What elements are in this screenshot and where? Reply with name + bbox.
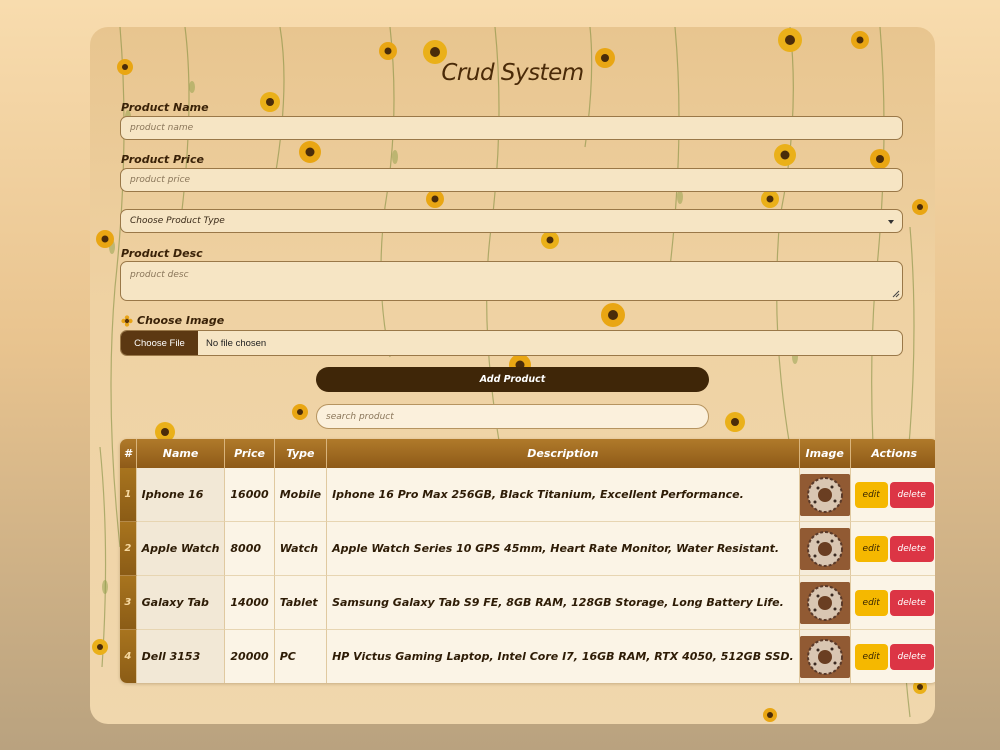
choose-file-button[interactable]: Choose File bbox=[121, 331, 198, 355]
product-name-label: Product Name bbox=[121, 101, 209, 114]
row-image-cell bbox=[799, 576, 851, 630]
row-type: Tablet bbox=[274, 576, 328, 630]
flower-icon bbox=[121, 314, 133, 327]
row-name: Apple Watch bbox=[136, 522, 226, 576]
delete-button[interactable]: delete bbox=[889, 535, 934, 562]
product-thumbnail bbox=[799, 635, 850, 678]
product-type-select[interactable]: Choose Product Type bbox=[120, 209, 903, 233]
header-price: Price bbox=[225, 439, 275, 468]
row-description: Apple Watch Series 10 GPS 45mm, Heart Ra… bbox=[327, 522, 800, 576]
resize-grip-icon[interactable] bbox=[892, 290, 900, 298]
product-thumbnail bbox=[799, 527, 850, 570]
delete-button[interactable]: delete bbox=[889, 589, 934, 616]
product-price-input[interactable]: product price bbox=[120, 168, 903, 192]
edit-button[interactable]: edit bbox=[854, 589, 888, 616]
search-placeholder: search product bbox=[326, 411, 394, 422]
header-type: Type bbox=[274, 439, 328, 468]
edit-button[interactable]: edit bbox=[854, 481, 888, 508]
row-actions: edit delete bbox=[850, 576, 935, 630]
table-header-row: # Name Price Type Description Image Acti… bbox=[120, 439, 935, 468]
table-row: 2 Apple Watch 8000 Watch Apple Watch Series … bbox=[120, 522, 935, 576]
product-price-label: Product Price bbox=[121, 153, 204, 166]
delete-button[interactable]: delete bbox=[889, 643, 934, 670]
row-index: 4 bbox=[120, 630, 137, 683]
search-input[interactable]: search product bbox=[316, 404, 709, 429]
row-name: Iphone 16 bbox=[136, 468, 226, 522]
row-price: 20000 bbox=[225, 630, 275, 683]
row-actions: edit delete bbox=[850, 468, 935, 522]
choose-image-text: Choose Image bbox=[137, 314, 225, 327]
add-product-button[interactable]: Add Product bbox=[316, 367, 709, 392]
product-desc-placeholder: product desc bbox=[130, 270, 189, 280]
row-description: HP Victus Gaming Laptop, Intel Core I7, … bbox=[327, 630, 800, 683]
table-row: 4 Dell 3153 20000 PC HP Victus Gaming Laptop… bbox=[120, 630, 935, 683]
table-row: 3 Galaxy Tab 14000 Tablet Samsung Galaxy Tab… bbox=[120, 576, 935, 630]
header-image: Image bbox=[799, 439, 851, 468]
row-price: 14000 bbox=[225, 576, 275, 630]
row-price: 16000 bbox=[225, 468, 275, 522]
choose-image-label: Choose Image bbox=[121, 314, 224, 327]
row-actions: edit delete bbox=[850, 630, 935, 683]
products-table-body: 1 Iphone 16 16000 Mobile Iphone 16 Pro Max 2… bbox=[120, 468, 935, 683]
delete-button[interactable]: delete bbox=[889, 481, 934, 508]
edit-button[interactable]: edit bbox=[854, 535, 888, 562]
row-description: Iphone 16 Pro Max 256GB, Black Titanium,… bbox=[327, 468, 800, 522]
row-index: 1 bbox=[120, 468, 137, 522]
header-index: # bbox=[120, 439, 137, 468]
row-image-cell bbox=[799, 630, 851, 683]
product-desc-textarea[interactable]: product desc bbox=[120, 261, 903, 301]
row-price: 8000 bbox=[225, 522, 275, 576]
product-desc-label: Product Desc bbox=[121, 247, 203, 260]
row-type: Watch bbox=[274, 522, 328, 576]
header-name: Name bbox=[136, 439, 226, 468]
product-type-value: Choose Product Type bbox=[130, 216, 225, 226]
row-image-cell bbox=[799, 468, 851, 522]
header-actions: Actions bbox=[850, 439, 935, 468]
products-table: # Name Price Type Description Image Acti… bbox=[120, 439, 935, 683]
row-name: Galaxy Tab bbox=[136, 576, 226, 630]
row-image-cell bbox=[799, 522, 851, 576]
product-price-placeholder: product price bbox=[130, 175, 191, 185]
row-name: Dell 3153 bbox=[136, 630, 226, 683]
product-thumbnail bbox=[799, 581, 850, 624]
row-index: 3 bbox=[120, 576, 137, 630]
row-actions: edit delete bbox=[850, 522, 935, 576]
product-name-input[interactable]: product name bbox=[120, 116, 903, 140]
product-name-placeholder: product name bbox=[130, 123, 194, 133]
row-description: Samsung Galaxy Tab S9 FE, 8GB RAM, 128GB… bbox=[327, 576, 800, 630]
row-type: PC bbox=[274, 630, 328, 683]
edit-button[interactable]: edit bbox=[854, 643, 888, 670]
product-thumbnail bbox=[799, 473, 850, 516]
row-type: Mobile bbox=[274, 468, 328, 522]
image-file-input[interactable]: Choose File No file chosen bbox=[120, 330, 903, 356]
file-status-text: No file chosen bbox=[206, 337, 267, 349]
table-row: 1 Iphone 16 16000 Mobile Iphone 16 Pro Max 2… bbox=[120, 468, 935, 522]
page-title: Crud System bbox=[441, 60, 584, 86]
header-description: Description bbox=[327, 439, 800, 468]
crud-card: Crud System Product Name product name Pr… bbox=[90, 27, 935, 724]
row-index: 2 bbox=[120, 522, 137, 576]
